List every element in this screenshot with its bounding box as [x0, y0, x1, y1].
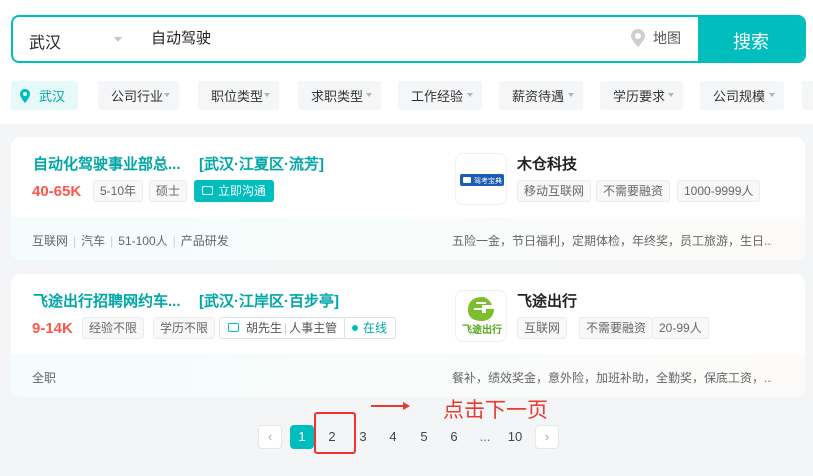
filter-label: 工作经验 — [411, 89, 464, 104]
filter-bar: 武汉 公司行业 职位类型 求职类型 工作经验 薪资待遇 学历要求 公司规模 — [11, 81, 813, 111]
company-tag: 互联网 — [517, 317, 568, 339]
company-logo[interactable]: 驾考宝典 — [455, 153, 507, 205]
map-button[interactable]: 地图 — [629, 28, 681, 48]
company-name[interactable]: 木仓科技 — [517, 153, 577, 174]
footer-tag: 51-100人 — [118, 234, 168, 248]
filter-label: 公司行业 — [111, 89, 164, 104]
job-area: [武汉·江岸区·百步亭] — [199, 293, 339, 310]
job-tag: 5-10年 — [93, 180, 144, 202]
chevron-down-icon — [568, 93, 574, 97]
filter-city[interactable]: 武汉 — [11, 81, 78, 110]
job-tag: 经验不限 — [82, 317, 145, 339]
filter-label: 学历要求 — [613, 89, 666, 104]
filter-experience[interactable]: 工作经验 — [398, 81, 482, 110]
page-6[interactable]: 6 — [442, 425, 466, 449]
chevron-down-icon — [769, 93, 775, 97]
job-footer-tags: 互联网 | 汽车 | 51-100人 | 产品研发 — [32, 234, 229, 248]
company-tag: 移动互联网 — [517, 180, 592, 202]
job-tag: 学历不限 — [153, 317, 216, 339]
page-1[interactable]: 1 — [290, 425, 314, 449]
search-input[interactable] — [151, 29, 611, 46]
company-tag: 1000-9999人 — [677, 180, 761, 202]
footer-tag: 产品研发 — [180, 234, 229, 248]
company-logo[interactable]: 飞途出行 — [455, 290, 507, 342]
welfare-text: 餐补，绩效奖金，意外险，加班补助，全勤奖，保底工资，... — [452, 371, 772, 385]
chevron-down-icon[interactable] — [114, 37, 122, 42]
job-title[interactable]: 飞途出行招聘网约车... — [33, 290, 181, 311]
job-card[interactable]: 飞途出行招聘网约车... [武汉·江岸区·百步亭] 9-14K 经验不限 学历不… — [11, 274, 805, 397]
online-label: 在线 — [363, 321, 388, 335]
online-dot-icon — [352, 325, 358, 331]
job-salary: 40-65K — [32, 183, 82, 200]
filter-salary[interactable]: 薪资待遇 — [499, 81, 583, 110]
company-tag: 20-99人 — [652, 317, 709, 339]
job-card-main: 自动化驾驶事业部总... [武汉·江夏区·流芳] 40-65K 5-10年 硕士… — [11, 137, 805, 217]
map-label: 地图 — [653, 30, 681, 46]
city-selector[interactable]: 武汉 — [29, 29, 61, 53]
search-header: 武汉 地图 搜索 武汉 公司行业 职位类型 求职类型 工作经验 薪资待遇 学历要… — [0, 0, 813, 124]
filter-label: 职位类型 — [211, 89, 264, 104]
job-title[interactable]: 自动化驾驶事业部总... — [33, 153, 181, 174]
pagination: ‹ 1 2 3 4 5 6 ... 10 › — [0, 425, 813, 449]
chat-bubble-icon — [228, 323, 239, 332]
highlight-box — [314, 412, 356, 454]
chat-now-label: 立即沟通 — [218, 184, 267, 198]
footer-tag: 全职 — [32, 371, 57, 385]
location-icon — [20, 88, 30, 103]
filter-label: 公司规模 — [713, 89, 766, 104]
footer-tag: 汽车 — [81, 234, 106, 248]
chevron-down-icon — [366, 93, 372, 97]
company-tag: 不需要融资 — [596, 180, 671, 202]
job-salary: 9-14K — [32, 320, 73, 337]
filter-seek-type[interactable]: 求职类型 — [298, 81, 381, 110]
filter-label: 薪资待遇 — [512, 89, 565, 104]
filter-label: 求职类型 — [311, 89, 364, 104]
chat-bubble-icon — [202, 186, 213, 195]
job-tag: 硕士 — [149, 180, 188, 202]
chevron-down-icon — [164, 93, 170, 97]
search-bar: 武汉 地图 搜索 — [11, 15, 806, 63]
next-page-button[interactable]: › — [535, 425, 559, 449]
job-footer-tags: 全职 — [32, 369, 56, 386]
welfare-text: 五险一金，节日福利，定期体检，年终奖，员工旅游，生日... — [452, 234, 772, 248]
arrow-right-icon — [371, 402, 410, 410]
prev-page-button[interactable]: ‹ — [258, 425, 282, 449]
company-logo-text: 飞途出行 — [462, 323, 502, 336]
annotation-hint: 点击下一页 — [443, 399, 548, 422]
filter-more[interactable] — [802, 81, 813, 110]
chevron-down-icon — [668, 93, 674, 97]
page-5[interactable]: 5 — [412, 425, 436, 449]
company-logo-image: 驾考宝典 — [460, 174, 504, 186]
search-button[interactable]: 搜索 — [698, 17, 804, 61]
filter-job-type[interactable]: 职位类型 — [198, 81, 279, 110]
page-ellipsis: ... — [479, 429, 491, 444]
chevron-down-icon — [264, 93, 270, 97]
footer-tag: 互联网 — [32, 234, 69, 248]
page-4[interactable]: 4 — [381, 425, 405, 449]
chevron-down-icon — [467, 93, 473, 97]
job-card[interactable]: 自动化驾驶事业部总... [武汉·江夏区·流芳] 40-65K 5-10年 硕士… — [11, 137, 805, 260]
map-pin-icon — [631, 29, 645, 47]
company-logo-text: 驾考宝典 — [474, 176, 502, 185]
job-card-footer: 互联网 | 汽车 | 51-100人 | 产品研发 五险一金，节日福利，定期体检，年终奖，员… — [11, 217, 805, 260]
company-logo-image: 飞途出行 — [462, 297, 502, 336]
boss-name: 胡先生 — [246, 321, 283, 335]
job-card-footer: 全职 餐补，绩效奖金，意外险，加班补助，全勤奖，保底工资，... — [11, 354, 805, 397]
job-area: [武汉·江夏区·流芳] — [199, 156, 324, 173]
job-card-main: 飞途出行招聘网约车... [武汉·江岸区·百步亭] 9-14K 经验不限 学历不… — [11, 274, 805, 354]
page-10[interactable]: 10 — [503, 425, 527, 449]
boss-title: 人事主管 — [289, 321, 338, 335]
filter-education[interactable]: 学历要求 — [600, 81, 683, 110]
filter-industry[interactable]: 公司行业 — [98, 81, 179, 110]
online-status: 在线 — [344, 317, 397, 339]
company-name[interactable]: 飞途出行 — [517, 290, 577, 311]
company-tag: 不需要融资 — [579, 317, 654, 339]
boss-info[interactable]: 胡先生 | 人事主管 — [219, 317, 347, 339]
filter-company-size[interactable]: 公司规模 — [700, 81, 784, 110]
filter-city-label: 武汉 — [39, 89, 66, 104]
chat-now-button[interactable]: 立即沟通 — [194, 180, 275, 202]
